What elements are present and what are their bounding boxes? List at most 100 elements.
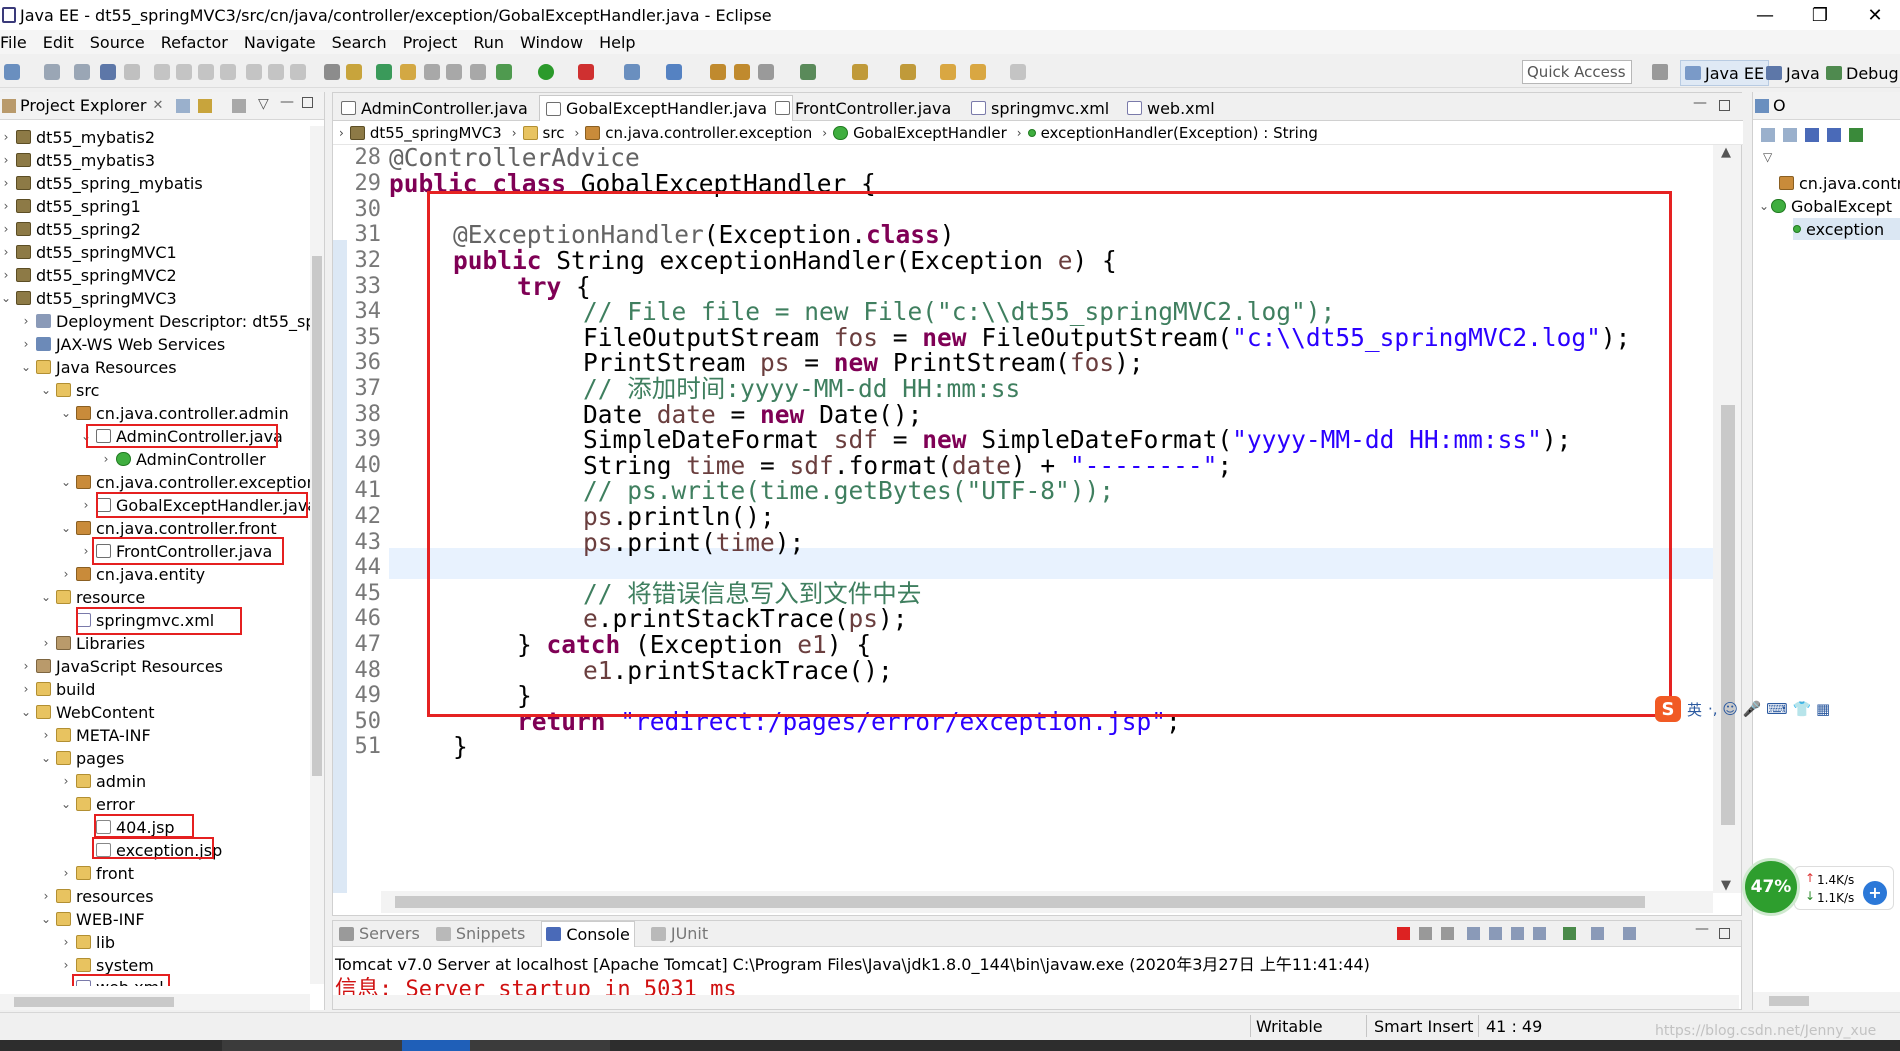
toggle-mark-icon[interactable] bbox=[324, 64, 340, 80]
open-task-icon[interactable] bbox=[734, 64, 750, 80]
tree-item-package-front[interactable]: ⌄ cn.java.controller.front bbox=[60, 517, 277, 539]
menu-help[interactable]: Help bbox=[591, 33, 643, 52]
tree-item-resources[interactable]: › resources bbox=[40, 885, 154, 907]
maximize-console-icon[interactable] bbox=[1719, 928, 1730, 939]
tree-item-build[interactable]: › build bbox=[20, 678, 96, 700]
ime-toolbar[interactable]: S 英 ·, ☺ 🎤 ⌨ 👕 ▦ bbox=[1655, 694, 1855, 724]
terminate-console-icon[interactable] bbox=[1397, 927, 1410, 940]
outline-chevron-down-icon[interactable]: ▽ bbox=[1763, 150, 1772, 164]
tree-item-libraries[interactable]: › Libraries bbox=[40, 632, 146, 654]
show-whitespace-icon[interactable] bbox=[424, 64, 440, 80]
save-icon[interactable] bbox=[44, 64, 60, 80]
filter-icon[interactable] bbox=[232, 99, 246, 113]
open-type-icon[interactable] bbox=[710, 64, 726, 80]
tree-item-front[interactable]: › front bbox=[60, 862, 134, 884]
outline-item-package[interactable]: cn.java.contr bbox=[1779, 172, 1900, 194]
clear-console-icon[interactable] bbox=[1467, 927, 1480, 940]
breadcrumb-project[interactable]: dt55_springMVC3 bbox=[349, 124, 502, 142]
tree-item-package-exception[interactable]: ⌄ cn.java.controller.exception bbox=[60, 471, 310, 493]
tree-item-system[interactable]: › system bbox=[60, 954, 154, 976]
hide-local-types-icon[interactable] bbox=[1849, 128, 1863, 142]
show-on-output-icon[interactable] bbox=[1533, 927, 1546, 940]
tree-item-src[interactable]: ⌄ src bbox=[40, 379, 99, 401]
explorer-vertical-scrollbar[interactable] bbox=[310, 126, 324, 984]
tab-servers[interactable]: Servers bbox=[339, 924, 420, 943]
tab-junit[interactable]: JUnit bbox=[650, 924, 708, 943]
tree-item-jax-ws[interactable]: › JAX-WS Web Services bbox=[20, 333, 226, 355]
console-horizontal-scrollbar[interactable] bbox=[333, 995, 1739, 1009]
perspective-java[interactable]: Java bbox=[1762, 60, 1824, 86]
tree-item-package-admin[interactable]: ⌄ cn.java.controller.admin bbox=[60, 402, 289, 424]
sort-icon[interactable] bbox=[1761, 128, 1775, 142]
scroll-lock-icon[interactable] bbox=[1489, 927, 1502, 940]
forward-icon[interactable] bbox=[1010, 64, 1026, 80]
tree-item-package-entity[interactable]: › cn.java.entity bbox=[60, 563, 205, 585]
step-return-icon[interactable] bbox=[290, 64, 306, 80]
cpu-usage-gauge[interactable]: 47% bbox=[1742, 858, 1800, 916]
highlight-icon[interactable] bbox=[346, 64, 362, 80]
outline-item-class[interactable]: ⌄ GobalExcept bbox=[1759, 195, 1892, 217]
tab-admin-controller-java[interactable]: AdminController.java bbox=[335, 95, 534, 121]
view-menu-chevron-down-icon[interactable]: ▽ bbox=[258, 96, 269, 112]
terminate-icon[interactable] bbox=[220, 64, 236, 80]
new-icon[interactable] bbox=[4, 64, 20, 80]
editor-vertical-scrollbar[interactable]: ▲ ▼ bbox=[1713, 145, 1741, 893]
breadcrumb-class[interactable]: GobalExceptHandler bbox=[833, 124, 1007, 142]
network-monitor-widget[interactable]: ↑ 1.4K/s ↓ 1.1K/s + 47% bbox=[1738, 858, 1898, 922]
save-all-icon[interactable] bbox=[74, 64, 90, 80]
menu-run[interactable]: Run bbox=[465, 33, 512, 52]
editor-horizontal-scrollbar[interactable] bbox=[381, 891, 1713, 913]
new-java-project-icon[interactable] bbox=[624, 64, 640, 80]
tree-item-webcontent[interactable]: ⌄ WebContent bbox=[20, 701, 155, 723]
open-perspective-icon[interactable] bbox=[1652, 64, 1668, 80]
breadcrumb-package[interactable]: cn.java.controller.exception bbox=[585, 124, 812, 142]
tree-item-meta-inf[interactable]: › META-INF bbox=[40, 724, 151, 746]
tree-item-dt55-spring-mybatis[interactable]: › dt55_spring_mybatis bbox=[0, 172, 203, 194]
resume-icon[interactable] bbox=[176, 64, 192, 80]
minimize-editor-icon[interactable]: — bbox=[1693, 95, 1707, 111]
step-into-icon[interactable] bbox=[246, 64, 262, 80]
taskbar-item[interactable] bbox=[470, 1040, 610, 1051]
tree-item-resource[interactable]: ⌄ resource bbox=[40, 586, 145, 608]
tree-item-admin[interactable]: › admin bbox=[60, 770, 147, 792]
tree-item-java-resources[interactable]: ⌄ Java Resources bbox=[20, 356, 177, 378]
minimize-window-button[interactable]: — bbox=[1740, 0, 1790, 30]
menu-project[interactable]: Project bbox=[395, 33, 466, 52]
tree-item-dt55-springmvc3[interactable]: ⌄ dt55_springMVC3 bbox=[0, 287, 177, 309]
link-with-editor-icon[interactable] bbox=[198, 99, 212, 113]
close-view-icon[interactable]: ✕ bbox=[152, 98, 163, 113]
outline-horizontal-scrollbar[interactable] bbox=[1753, 992, 1900, 1010]
quick-access-input[interactable]: Quick Access bbox=[1522, 60, 1632, 84]
add-button[interactable]: + bbox=[1863, 881, 1887, 905]
tree-item-dt55-spring1[interactable]: › dt55_spring1 bbox=[0, 195, 141, 217]
collapse-all-icon[interactable] bbox=[176, 99, 190, 113]
globe-icon[interactable] bbox=[800, 64, 816, 80]
project-explorer-title[interactable]: Project Explorer bbox=[20, 96, 146, 115]
tab-console[interactable]: Console bbox=[541, 920, 635, 947]
menu-window[interactable]: Window bbox=[512, 33, 591, 52]
tree-item-admin-controller-class[interactable]: › AdminController bbox=[100, 448, 266, 470]
display-console-icon[interactable] bbox=[1591, 927, 1604, 940]
tree-item-javascript-resources[interactable]: › JavaScript Resources bbox=[20, 655, 223, 677]
back-icon[interactable] bbox=[970, 64, 986, 80]
skip-breakpoints-icon[interactable] bbox=[154, 64, 170, 80]
pencil-icon[interactable] bbox=[400, 64, 416, 80]
remove-launch-icon[interactable] bbox=[1419, 927, 1432, 940]
tab-gobal-except-handler-java[interactable]: GobalExceptHandler.java✕ bbox=[539, 95, 794, 121]
menu-file[interactable]: File bbox=[0, 33, 35, 52]
step-over-icon[interactable] bbox=[268, 64, 284, 80]
paragraph-icon[interactable] bbox=[446, 64, 462, 80]
hide-static-icon[interactable] bbox=[1805, 128, 1819, 142]
remove-all-icon[interactable] bbox=[1441, 927, 1454, 940]
maximize-editor-icon[interactable] bbox=[1719, 100, 1730, 111]
maximize-view-icon[interactable] bbox=[302, 97, 313, 108]
breadcrumb-src[interactable]: src bbox=[522, 124, 564, 142]
next-annotation-icon[interactable] bbox=[852, 64, 868, 80]
pin-console-icon[interactable] bbox=[1563, 927, 1576, 940]
tab-front-controller-java[interactable]: FrontController.java bbox=[769, 95, 957, 121]
print-icon[interactable] bbox=[100, 64, 116, 80]
tree-item-deployment-descriptor[interactable]: › Deployment Descriptor: dt55_spri bbox=[20, 310, 310, 332]
taskbar-item[interactable] bbox=[222, 1040, 402, 1051]
new-package-icon[interactable] bbox=[666, 64, 682, 80]
ime-language[interactable]: 英 bbox=[1687, 699, 1702, 720]
